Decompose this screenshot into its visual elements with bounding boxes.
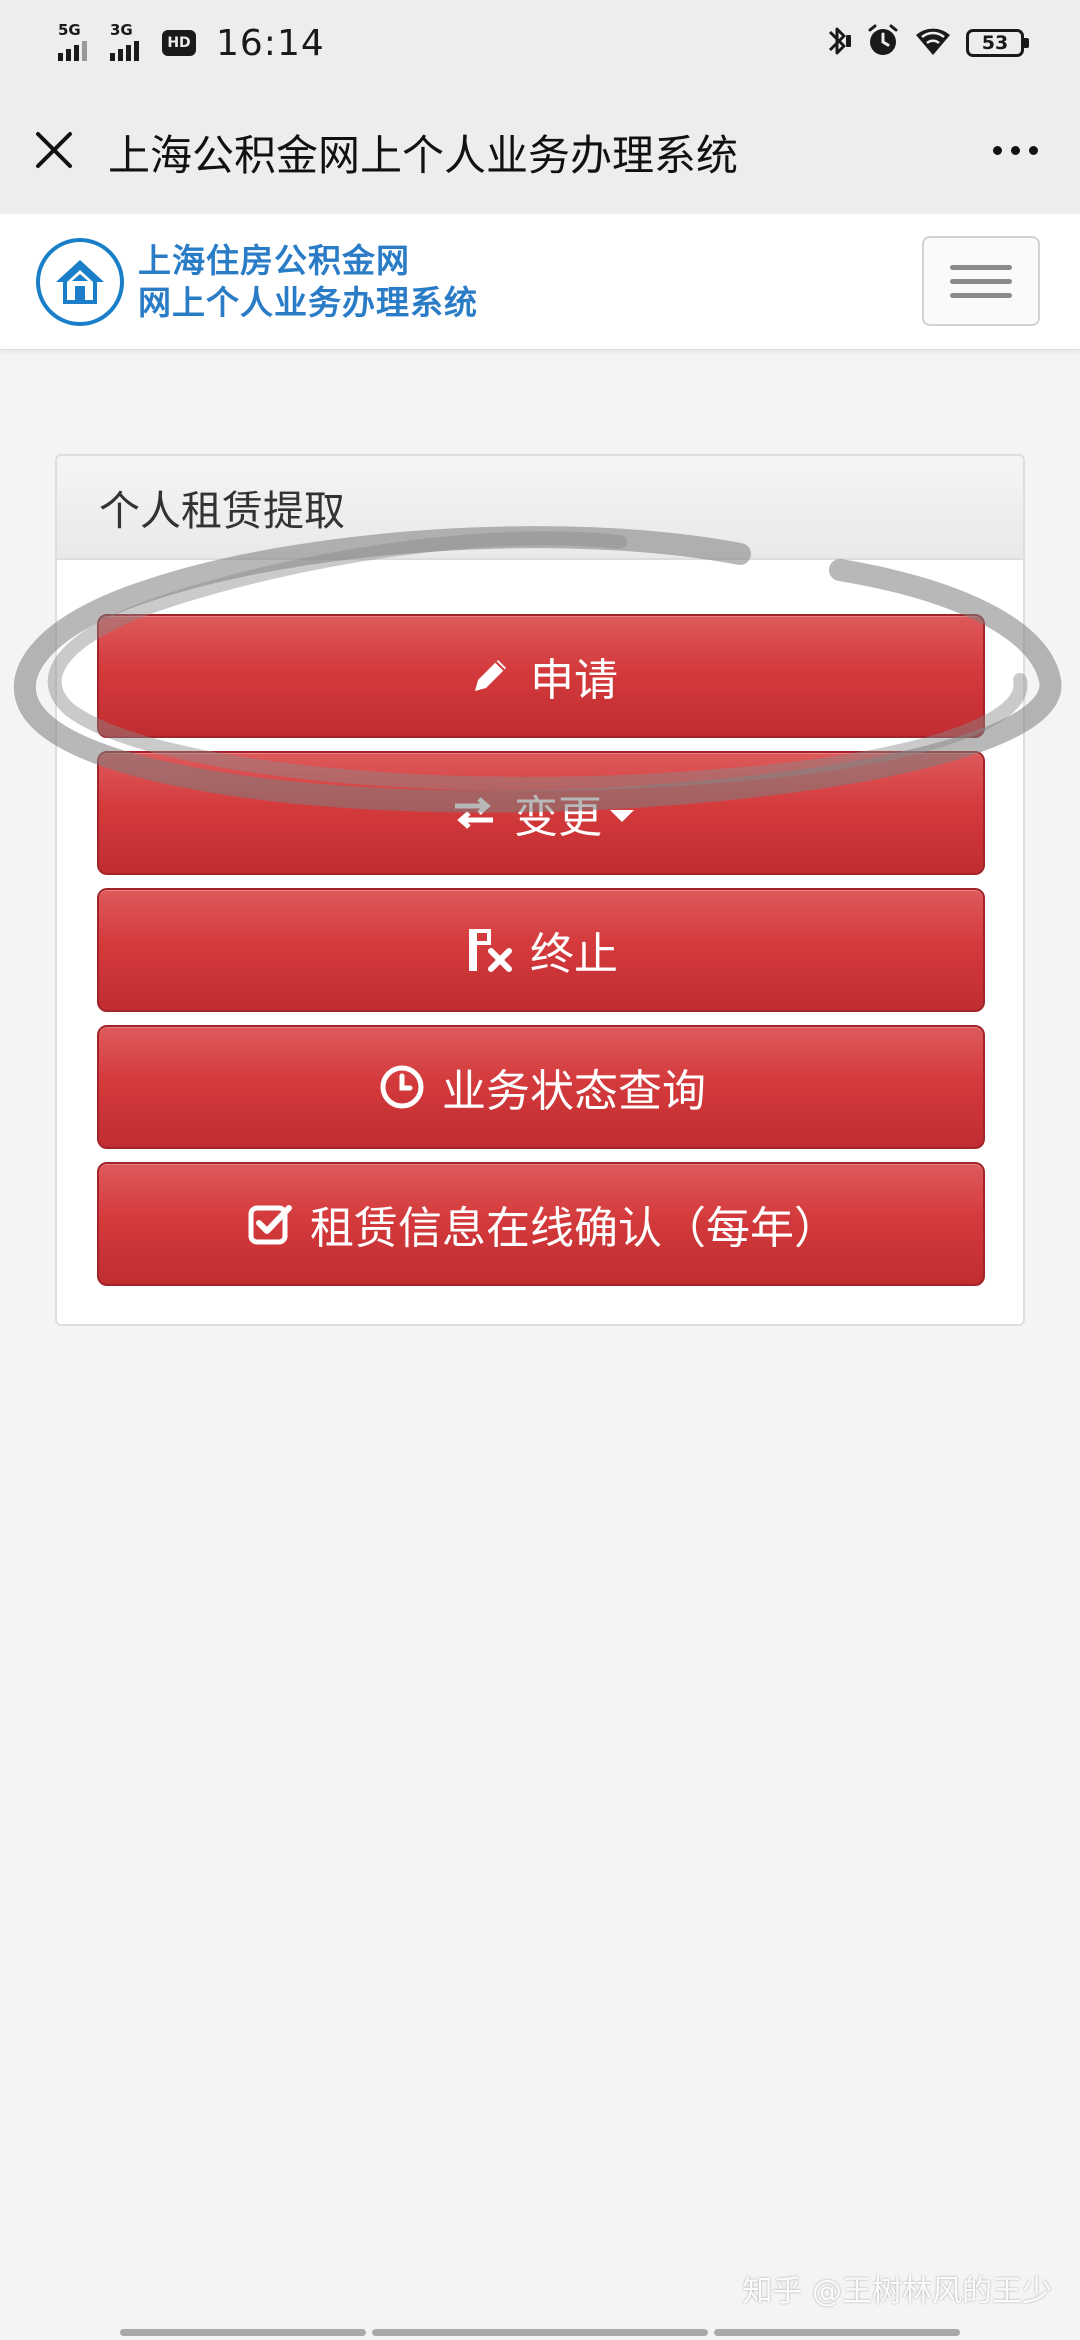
annual-confirm-button-label: 租赁信息在线确认（每年） xyxy=(310,1203,838,1254)
status-time: 16:14 xyxy=(216,22,325,64)
more-icon xyxy=(992,145,1002,155)
apply-button-label: 申请 xyxy=(530,655,618,706)
hamburger-menu-icon xyxy=(950,264,1012,270)
more-button[interactable] xyxy=(980,126,1050,174)
change-button-label: 变更 xyxy=(514,792,602,843)
bluetooth-icon xyxy=(824,23,852,63)
battery-level: 53 xyxy=(981,32,1009,54)
terminate-button[interactable]: 终止 xyxy=(97,888,985,1012)
action-button-list: 申请 变更 终止 业务状态查询 租赁信息在线确认（每年） xyxy=(97,614,985,1299)
page-title: 上海公积金网上个人业务办理系统 xyxy=(108,131,739,180)
panel-heading: 个人租赁提取 xyxy=(57,456,1023,560)
sim1-network-label: 5G xyxy=(58,21,81,39)
battery-icon: 53 xyxy=(966,29,1029,57)
close-icon xyxy=(36,132,72,168)
navbar-toggle-button[interactable] xyxy=(922,236,1040,326)
caret-down-icon xyxy=(610,810,634,822)
wifi-icon xyxy=(914,25,952,61)
zhihu-watermark: 知乎 @王树林风的王少 xyxy=(742,2274,1052,2309)
apply-button[interactable]: 申请 xyxy=(97,614,985,738)
sim2-network-label: 3G xyxy=(110,21,133,39)
logo-text: 上海住房公积金网 网上个人业务办理系统 xyxy=(138,240,478,324)
status-bar: 5G 3G HD 16:14 53 xyxy=(0,0,1080,86)
hd-icon: HD xyxy=(162,30,196,56)
alarm-icon xyxy=(866,24,900,62)
status-left: 5G 3G HD 16:14 xyxy=(58,18,325,68)
signal-icon: 5G xyxy=(58,23,96,63)
house-logo-icon xyxy=(36,238,124,326)
clock-icon xyxy=(376,1061,428,1113)
check-square-icon xyxy=(244,1198,296,1250)
status-query-button-label: 业务状态查询 xyxy=(442,1066,706,1117)
signal-icon: 3G xyxy=(110,23,148,63)
site-header: 上海住房公积金网 网上个人业务办理系统 xyxy=(0,214,1080,350)
close-button[interactable] xyxy=(24,120,84,180)
pencil-icon xyxy=(464,650,516,702)
change-dropdown-button[interactable]: 变更 xyxy=(97,751,985,875)
terminate-button-label: 终止 xyxy=(530,929,618,980)
status-query-button[interactable]: 业务状态查询 xyxy=(97,1025,985,1149)
status-right: 53 xyxy=(824,20,1029,66)
site-logo[interactable]: 上海住房公积金网 网上个人业务办理系统 xyxy=(36,238,478,326)
exchange-icon xyxy=(448,787,500,839)
logo-line-1: 上海住房公积金网 xyxy=(138,241,410,280)
rental-withdrawal-panel: 个人租赁提取 申请 变更 终止 业务状态查询 租赁信息在线确认（每年） xyxy=(55,454,1025,1326)
logo-line-2: 网上个人业务办理系统 xyxy=(138,283,478,322)
terminate-icon xyxy=(464,924,516,976)
title-bar: 上海公积金网上个人业务办理系统 xyxy=(0,86,1080,214)
gesture-nav-bar[interactable] xyxy=(0,2325,1080,2340)
annual-confirm-button[interactable]: 租赁信息在线确认（每年） xyxy=(97,1162,985,1286)
